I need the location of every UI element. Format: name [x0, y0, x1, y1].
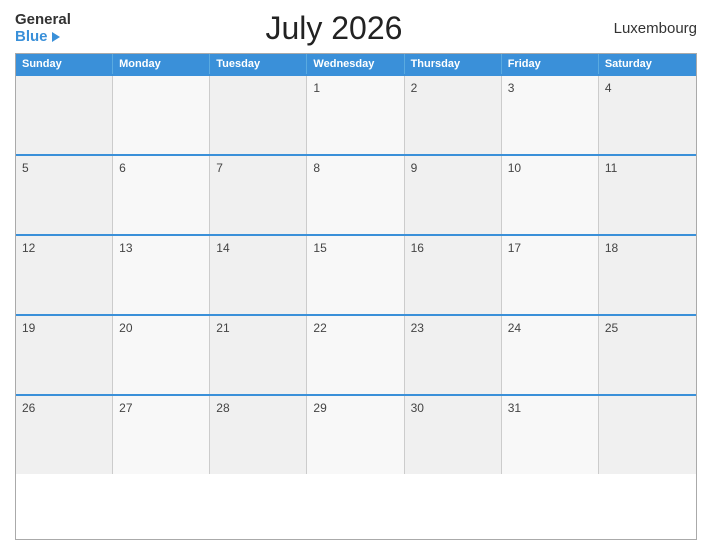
day-21: 21 [210, 316, 307, 394]
header-wednesday: Wednesday [307, 54, 404, 74]
day-4: 4 [599, 76, 696, 154]
calendar-header: Sunday Monday Tuesday Wednesday Thursday… [16, 54, 696, 74]
day-5: 5 [16, 156, 113, 234]
logo-general-text: General [15, 12, 71, 29]
day-6: 6 [113, 156, 210, 234]
day-20: 20 [113, 316, 210, 394]
day-22: 22 [307, 316, 404, 394]
week-row-4: 19 20 21 22 23 24 25 [16, 314, 696, 394]
day-15: 15 [307, 236, 404, 314]
header-sunday: Sunday [16, 54, 113, 74]
day-14: 14 [210, 236, 307, 314]
day-27: 27 [113, 396, 210, 474]
header-monday: Monday [113, 54, 210, 74]
week-row-3: 12 13 14 15 16 17 18 [16, 234, 696, 314]
calendar-title: July 2026 [71, 10, 597, 47]
week-row-2: 5 6 7 8 9 10 11 [16, 154, 696, 234]
day-11: 11 [599, 156, 696, 234]
day-empty [210, 76, 307, 154]
weeks-container: 1 2 3 4 5 6 7 8 9 10 11 12 13 14 15 16 [16, 74, 696, 474]
day-7: 7 [210, 156, 307, 234]
logo: General Blue [15, 12, 71, 45]
day-8: 8 [307, 156, 404, 234]
day-18: 18 [599, 236, 696, 314]
calendar: Sunday Monday Tuesday Wednesday Thursday… [15, 53, 697, 540]
day-empty [113, 76, 210, 154]
day-23: 23 [405, 316, 502, 394]
day-17: 17 [502, 236, 599, 314]
header-tuesday: Tuesday [210, 54, 307, 74]
week-row-1: 1 2 3 4 [16, 74, 696, 154]
day-13: 13 [113, 236, 210, 314]
day-empty [599, 396, 696, 474]
day-29: 29 [307, 396, 404, 474]
logo-blue-text: Blue [15, 29, 71, 46]
day-3: 3 [502, 76, 599, 154]
day-19: 19 [16, 316, 113, 394]
header-thursday: Thursday [405, 54, 502, 74]
day-26: 26 [16, 396, 113, 474]
country-label: Luxembourg [597, 20, 697, 37]
week-row-5: 26 27 28 29 30 31 [16, 394, 696, 474]
day-24: 24 [502, 316, 599, 394]
day-16: 16 [405, 236, 502, 314]
day-2: 2 [405, 76, 502, 154]
day-empty [16, 76, 113, 154]
day-9: 9 [405, 156, 502, 234]
header: General Blue July 2026 Luxembourg [15, 10, 697, 47]
header-friday: Friday [502, 54, 599, 74]
day-30: 30 [405, 396, 502, 474]
day-28: 28 [210, 396, 307, 474]
header-saturday: Saturday [599, 54, 696, 74]
day-31: 31 [502, 396, 599, 474]
day-10: 10 [502, 156, 599, 234]
day-12: 12 [16, 236, 113, 314]
logo-triangle-icon [52, 32, 60, 42]
page: General Blue July 2026 Luxembourg Sunday… [0, 0, 712, 550]
day-25: 25 [599, 316, 696, 394]
day-1: 1 [307, 76, 404, 154]
